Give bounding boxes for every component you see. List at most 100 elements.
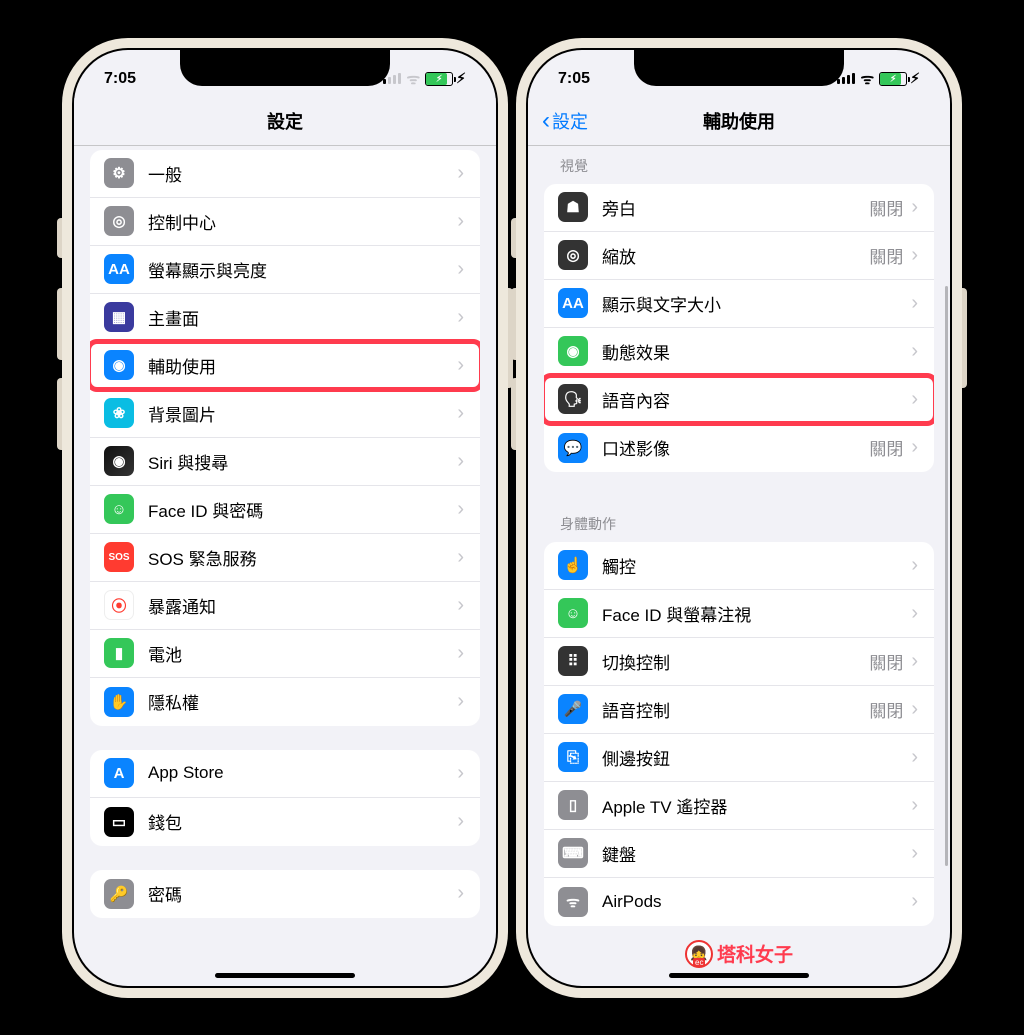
row-wallpaper[interactable]: ❀背景圖片› [90,390,480,438]
app-store-icon: A [104,758,134,788]
audio-descriptions-value: 關閉 [869,435,903,460]
passwords-label: 密碼 [148,881,457,906]
row-sos[interactable]: SOSSOS 緊急服務› [90,534,480,582]
row-voice-control[interactable]: 🎤語音控制關閉› [544,686,934,734]
faceid-passcode-icon: ☺︎ [104,494,134,524]
row-apple-tv-remote[interactable]: ▯Apple TV 遙控器› [544,782,934,830]
wifi-icon: ᯤ [860,69,874,89]
wifi-icon: ᯤ [406,69,420,89]
chevron-right-icon: › [457,810,464,833]
general-label: 一般 [148,161,457,186]
privacy-icon: ✋ [104,687,134,717]
chevron-right-icon: › [457,546,464,569]
row-battery[interactable]: ▮電池› [90,630,480,678]
faceid-passcode-label: Face ID 與密碼 [148,497,457,522]
row-home-screen[interactable]: ▦主畫面› [90,294,480,342]
chevron-right-icon: › [457,306,464,329]
keyboards-label: 鍵盤 [602,841,911,866]
row-app-store[interactable]: A App Store› [90,750,480,798]
chevron-right-icon: › [457,882,464,905]
scrollbar[interactable] [945,286,948,866]
chevron-right-icon: › [457,354,464,377]
screen-accessibility: 7:05 ᯤ ⚡︎ ⚡︎ ‹設定 輔助使用 視覺☗旁白關閉›◎縮放關閉›AA顯示… [526,48,952,988]
accessibility-list[interactable]: 視覺☗旁白關閉›◎縮放關閉›AA顯示與文字大小›◉動態效果›🗣語音內容›💬口述影… [528,146,950,962]
battery-label: 電池 [148,641,457,666]
section-header: 視覺 [528,146,950,184]
charging-icon: ⚡︎ [456,70,466,87]
row-exposure[interactable]: ⦿暴露通知› [90,582,480,630]
row-display-brightness[interactable]: AA螢幕顯示與亮度› [90,246,480,294]
chevron-right-icon: › [457,498,464,521]
control-center-label: 控制中心 [148,209,457,234]
apple-tv-remote-icon: ▯ [558,790,588,820]
row-siri-search[interactable]: ◉Siri 與搜尋› [90,438,480,486]
settings-group: ⚙︎ 一般 › ◎控制中心›AA螢幕顯示與亮度›▦主畫面›◉輔助使用›❀背景圖片›◉S… [90,150,480,726]
voice-control-label: 語音控制 [602,697,869,722]
page-title: 輔助使用 [703,108,775,134]
chevron-right-icon: › [911,698,918,721]
status-icons: ᯤ ⚡︎ ⚡︎ [383,69,466,89]
watermark-avatar: 👧ec [685,940,713,968]
notch [180,50,390,86]
motion-label: 動態效果 [602,339,911,364]
spoken-content-icon: 🗣 [558,384,588,414]
row-zoom[interactable]: ◎縮放關閉› [544,232,934,280]
row-display-text-size[interactable]: AA顯示與文字大小› [544,280,934,328]
wallet-label: 錢包 [148,809,457,834]
screen-settings: 7:05 ᯤ ⚡︎ ⚡︎ 設定 ⚙︎ 一般 › ◎控制中心›AA螢幕顯示與亮度›▦主畫… [72,48,498,988]
chevron-right-icon: › [911,842,918,865]
settings-list[interactable]: ⚙︎ 一般 › ◎控制中心›AA螢幕顯示與亮度›▦主畫面›◉輔助使用›❀背景圖片›◉S… [74,146,496,962]
switch-control-value: 關閉 [869,649,903,674]
chevron-right-icon: › [911,602,918,625]
motion-icon: ◉ [558,336,588,366]
home-indicator[interactable] [215,973,355,978]
home-screen-label: 主畫面 [148,305,457,330]
touch-label: 觸控 [602,553,911,578]
row-faceid-passcode[interactable]: ☺︎ Face ID 與密碼› [90,486,480,534]
chevron-right-icon: › [457,594,464,617]
chevron-right-icon: › [911,746,918,769]
chevron-right-icon: › [457,762,464,785]
row-faceid-attention[interactable]: ☺︎Face ID 與螢幕注視› [544,590,934,638]
chevron-right-icon: › [911,196,918,219]
keyboards-icon: ⌨ [558,838,588,868]
nav-bar: ‹設定 輔助使用 [528,98,950,146]
row-side-button[interactable]: ⎘側邊按鈕› [544,734,934,782]
zoom-label: 縮放 [602,243,869,268]
row-touch[interactable]: ☝觸控› [544,542,934,590]
faceid-attention-label: Face ID 與螢幕注視 [602,601,911,626]
home-indicator[interactable] [669,973,809,978]
row-audio-descriptions[interactable]: 💬口述影像關閉› [544,424,934,472]
chevron-right-icon: › [911,436,918,459]
row-control-center[interactable]: ◎控制中心› [90,198,480,246]
row-airpods[interactable]: ᯤAirPods› [544,878,934,926]
row-passwords[interactable]: 🔑密碼› [90,870,480,918]
app-store-label: App Store [148,763,457,783]
page-title: 設定 [267,108,303,134]
wallpaper-label: 背景圖片 [148,401,457,426]
chevron-right-icon: › [911,794,918,817]
voiceover-label: 旁白 [602,195,869,220]
switch-control-icon: ⠿ [558,646,588,676]
row-switch-control[interactable]: ⠿切換控制關閉› [544,638,934,686]
row-accessibility[interactable]: ◉輔助使用› [90,342,480,390]
row-voiceover[interactable]: ☗旁白關閉› [544,184,934,232]
row-keyboards[interactable]: ⌨ 鍵盤› [544,830,934,878]
general-icon: ⚙︎ [104,158,134,188]
spoken-content-label: 語音內容 [602,387,911,412]
status-icons: ᯤ ⚡︎ ⚡︎ [837,69,920,89]
row-wallet[interactable]: ▭錢包› [90,798,480,846]
back-button[interactable]: ‹設定 [542,108,588,134]
status-time: 7:05 [104,70,136,88]
row-general[interactable]: ⚙︎一般› [90,150,480,198]
row-spoken-content[interactable]: 🗣語音內容› [544,376,934,424]
row-privacy[interactable]: ✋隱私權› [90,678,480,726]
zoom-icon: ◎ [558,240,588,270]
chevron-right-icon: › [457,450,464,473]
settings-group: AApp Store›▭錢包› [90,750,480,846]
display-text-size-label: 顯示與文字大小 [602,291,911,316]
row-motion[interactable]: ◉動態效果› [544,328,934,376]
side-button-label: 側邊按鈕 [602,745,911,770]
nav-bar: 設定 [74,98,496,146]
notch [634,50,844,86]
